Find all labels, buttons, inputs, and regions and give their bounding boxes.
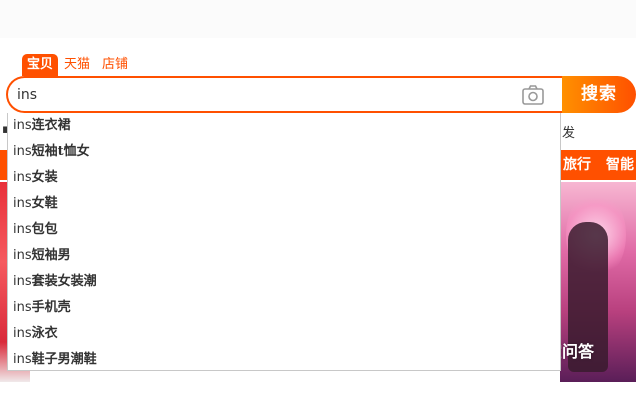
suggestion-item[interactable]: ins女鞋 — [8, 191, 560, 217]
suggestion-prefix: ins — [13, 274, 32, 289]
search-type-tabs: 宝贝 天猫 店铺 — [22, 54, 134, 76]
suggestion-prefix: ins — [13, 300, 32, 315]
suggestion-rest: 泳衣 — [31, 326, 58, 341]
suggestion-item[interactable]: ins包包 — [8, 217, 560, 243]
camera-icon[interactable] — [521, 83, 545, 107]
suggestion-item[interactable]: ins手机壳 — [8, 295, 560, 321]
tab-baobei[interactable]: 宝贝 — [22, 54, 59, 76]
suggestion-dropdown: ins连衣裙 ins短袖t恤女 ins女装 ins女鞋 ins包包 ins短袖男… — [7, 113, 561, 371]
suggestion-rest: 短袖男 — [31, 248, 71, 263]
suggestion-prefix: ins — [13, 144, 32, 159]
suggestion-item[interactable]: ins泳衣 — [8, 321, 560, 347]
suggestion-prefix: ins — [13, 196, 32, 211]
hot-word-fragment[interactable]: 发 — [562, 122, 575, 141]
search-button[interactable]: 搜索 — [562, 76, 636, 113]
suggestion-prefix: ins — [13, 170, 32, 185]
suggestion-item[interactable]: ins连衣裙 — [8, 113, 560, 139]
suggestion-item[interactable]: ins套装女装潮 — [8, 269, 560, 295]
suggestion-rest: 包包 — [31, 222, 58, 237]
search-box — [6, 76, 562, 113]
suggestion-rest: 连衣裙 — [31, 118, 71, 133]
suggestion-prefix: ins — [13, 118, 32, 133]
suggestion-rest: 女鞋 — [31, 196, 58, 211]
tab-tmall[interactable]: 天猫 — [58, 54, 96, 76]
suggestion-item[interactable]: ins女装 — [8, 165, 560, 191]
tab-shop[interactable]: 店铺 — [96, 54, 134, 76]
suggestion-rest: 套装女装潮 — [31, 274, 97, 289]
suggestion-item[interactable]: ins鞋子男潮鞋 — [8, 347, 560, 370]
suggestion-prefix: ins — [13, 326, 32, 341]
suggestion-rest: 女装 — [31, 170, 58, 185]
category-travel[interactable]: 旅行 — [563, 150, 591, 180]
suggestion-item[interactable]: ins短袖t恤女 — [8, 139, 560, 165]
search-input[interactable] — [17, 85, 497, 105]
suggestion-item[interactable]: ins短袖男 — [8, 243, 560, 269]
category-smart[interactable]: 智能 — [606, 150, 634, 180]
top-band — [0, 0, 636, 38]
suggestion-prefix: ins — [13, 222, 32, 237]
suggestion-prefix: ins — [13, 352, 32, 367]
suggestion-prefix: ins — [13, 248, 32, 263]
suggestion-rest: 短袖t恤女 — [31, 144, 90, 159]
suggestion-rest: 手机壳 — [31, 300, 71, 315]
suggestion-rest: 鞋子男潮鞋 — [31, 352, 97, 367]
